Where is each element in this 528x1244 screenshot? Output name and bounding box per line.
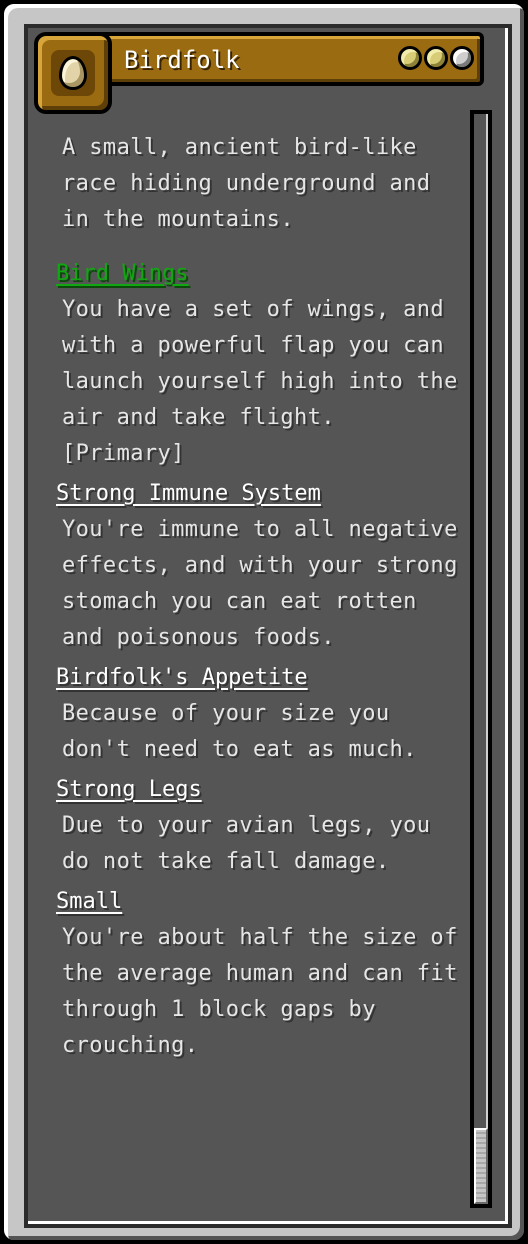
impact-dot-3 [450,46,474,70]
impact-dot-2 [424,46,448,70]
power-description: Due to your avian legs, you do not take … [62,813,431,874]
power-name-birdfolks-appetite: Birdfolk's Appetite [56,665,308,690]
origin-icon-badge [34,32,112,114]
scrollbar[interactable] [470,110,492,1208]
power-description: You're about half the size of the averag… [62,925,458,1058]
origin-scroll-content[interactable]: A small, ancient bird-like race hiding u… [56,130,466,1210]
impact-indicator [398,46,474,70]
power-name-strong-immune-system: Strong Immune System [56,481,321,506]
power-description: You're immune to all negative effects, a… [62,517,458,650]
power-item: Birdfolk's Appetite Because of your size… [56,660,466,768]
impact-dot-1 [398,46,422,70]
scrollbar-thumb[interactable] [474,1128,488,1204]
power-item: Small You're about half the size of the … [56,884,466,1064]
origin-header: Birdfolk [82,32,484,86]
origin-description: A small, ancient bird-like race hiding u… [62,135,431,232]
power-description: You have a set of wings, and with a powe… [62,297,458,466]
origin-title: Birdfolk [124,46,240,74]
power-name-bird-wings: Bird Wings [56,261,189,286]
power-description: Because of your size you don't need to e… [62,701,417,762]
power-item: Bird Wings You have a set of wings, and … [56,256,466,472]
power-item: Strong Immune System You're immune to al… [56,476,466,656]
egg-icon [59,56,87,90]
power-name-strong-legs: Strong Legs [56,777,202,802]
power-name-small: Small [56,889,123,914]
power-item: Strong Legs Due to your avian legs, you … [56,772,466,880]
origin-info-window: Birdfolk A small, ancient bird-like race… [0,0,528,1244]
